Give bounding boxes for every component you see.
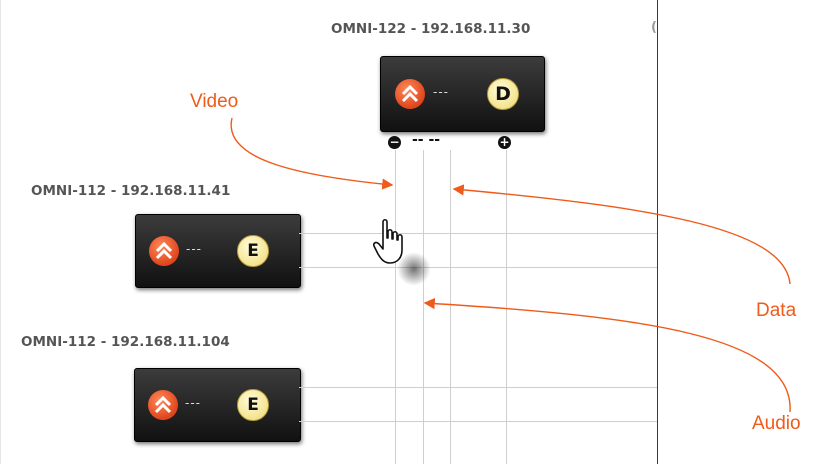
callout-arrow-data [452,184,791,285]
callout-arrow-video [230,117,394,190]
callout-video: Video [190,91,239,112]
callout-audio: Audio [752,413,801,434]
callout-arrows [230,117,791,413]
callout-arrow-audio [423,298,791,413]
callout-data: Data [756,300,797,321]
